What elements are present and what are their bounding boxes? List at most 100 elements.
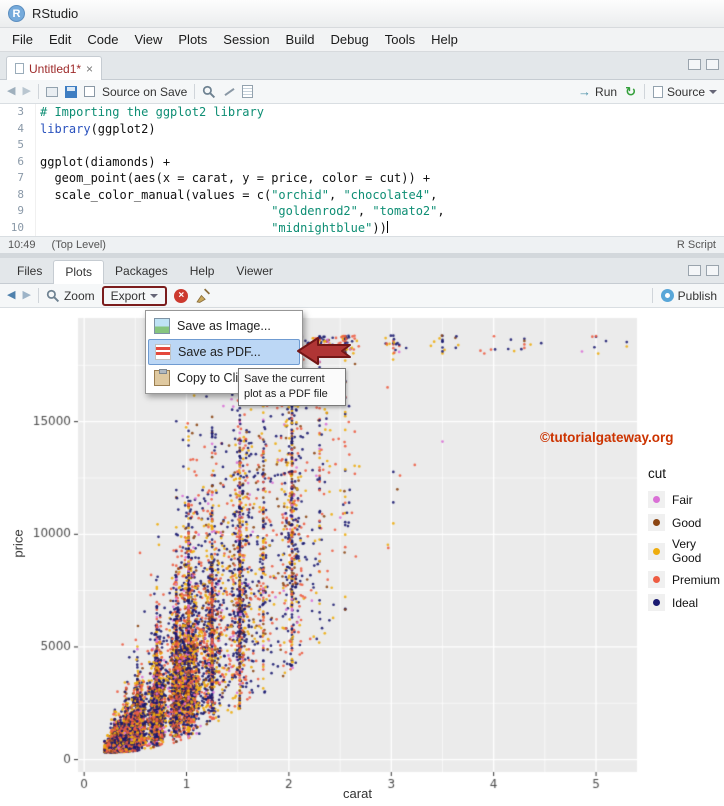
code-text: library(ggplot2) <box>40 121 156 136</box>
source-on-save-checkbox[interactable] <box>83 86 95 97</box>
open-in-window-icon[interactable] <box>45 86 58 97</box>
zoom-label: Zoom <box>63 288 95 303</box>
file-type-label[interactable]: R Script <box>677 239 716 251</box>
code-line[interactable]: 9 "goldenrod2", "tomato2", <box>0 203 724 220</box>
compile-report-icon[interactable] <box>242 85 254 98</box>
back-icon[interactable] <box>7 86 15 97</box>
source-label: Source <box>666 84 705 99</box>
document-icon <box>15 63 24 74</box>
line-number: 4 <box>0 120 36 137</box>
chevron-down-icon <box>709 89 717 94</box>
minimize-pane-icon[interactable] <box>688 265 701 276</box>
line-number: 3 <box>0 104 36 121</box>
menu-file[interactable]: File <box>4 29 41 50</box>
legend-label: Premium <box>672 572 721 587</box>
code-tools-wand-icon[interactable] <box>223 86 235 98</box>
rstudio-logo-icon: R <box>8 5 25 22</box>
source-on-save-label: Source on Save <box>101 84 188 99</box>
menu-tools[interactable]: Tools <box>377 29 423 50</box>
run-icon <box>578 85 591 98</box>
find-replace-icon[interactable] <box>202 85 216 99</box>
source-button[interactable]: Source <box>652 84 717 99</box>
clipboard-icon <box>154 369 170 386</box>
chevron-down-icon <box>150 293 159 298</box>
tab-packages[interactable]: Packages <box>104 260 179 283</box>
legend-key <box>648 514 665 531</box>
previous-plot-icon[interactable] <box>7 290 15 301</box>
menu-edit[interactable]: Edit <box>41 29 79 50</box>
legend-label: Ideal <box>672 595 699 610</box>
code-line[interactable]: 6 ggplot(diamonds) + <box>0 153 724 170</box>
editor-toolbar-right: Run Source <box>578 84 717 99</box>
tab-files[interactable]: Files <box>6 260 53 283</box>
save-icon[interactable] <box>64 85 77 98</box>
remove-plot-icon[interactable] <box>174 288 189 303</box>
code-lines: 3 # Importing the ggplot2 library 4 library… <box>0 104 724 236</box>
line-number: 9 <box>0 203 36 220</box>
maximize-pane-icon[interactable] <box>706 265 719 276</box>
window-title: RStudio <box>32 6 79 21</box>
forward-icon[interactable] <box>22 86 30 97</box>
cursor-position[interactable]: 10:49 <box>8 239 36 251</box>
export-menu-item[interactable]: Save as PDF... <box>148 339 300 365</box>
menu-debug[interactable]: Debug <box>322 29 376 50</box>
publish-icon <box>660 289 674 302</box>
legend-swatch-good <box>653 519 660 526</box>
clear-plots-broom-icon[interactable] <box>195 288 211 303</box>
legend-swatch-very-good <box>653 547 660 555</box>
legend-entry: Very Good <box>648 537 724 565</box>
zoom-button[interactable]: Zoom <box>46 289 95 303</box>
plots-pane: FilesPlotsPackagesHelpViewer Zoom Export <box>0 258 724 806</box>
code-line[interactable]: 10 "midnightblue")) <box>0 219 724 236</box>
code-line[interactable]: 5 <box>0 137 724 154</box>
editor-status-bar: 10:49 (Top Level) R Script <box>0 236 724 253</box>
tab-plots[interactable]: Plots <box>53 260 105 284</box>
legend-entry: Fair <box>648 491 724 508</box>
menu-code[interactable]: Code <box>79 29 126 50</box>
legend-key <box>648 542 665 560</box>
separator <box>643 84 645 99</box>
line-number: 5 <box>0 137 36 154</box>
line-number: 8 <box>0 186 36 203</box>
next-plot-icon[interactable] <box>22 290 30 301</box>
code-editor[interactable]: 3 # Importing the ggplot2 library 4 library… <box>0 104 724 236</box>
legend-key <box>648 491 665 508</box>
code-text: # Importing the ggplot2 library <box>40 105 264 119</box>
legend-swatch-premium <box>653 576 660 583</box>
rerun-icon[interactable] <box>625 85 636 98</box>
tab-viewer[interactable]: Viewer <box>225 260 283 283</box>
code-line[interactable]: 3 # Importing the ggplot2 library <box>0 104 724 121</box>
menu-session[interactable]: Session <box>215 29 277 50</box>
code-text: "midnightblue")) <box>271 220 388 235</box>
minimize-pane-icon[interactable] <box>688 59 701 70</box>
menu-help[interactable]: Help <box>423 29 466 50</box>
tab-label: Untitled1* <box>29 61 82 76</box>
legend-label: Very Good <box>672 537 702 565</box>
menu-view[interactable]: View <box>126 29 170 50</box>
separator <box>651 288 653 303</box>
menu-build[interactable]: Build <box>278 29 323 50</box>
pdf-icon <box>155 344 171 360</box>
menu-plots[interactable]: Plots <box>170 29 215 50</box>
editor-pane: Untitled1* Source on Save Ru <box>0 52 724 253</box>
code-line[interactable]: 7 geom_point(aes(x = carat, y = price, c… <box>0 170 724 187</box>
scope-selector[interactable]: (Top Level) <box>52 239 106 251</box>
menu-bar: File Edit Code View Plots Session Build Debug To… <box>0 28 724 52</box>
legend-swatch-ideal <box>653 599 660 606</box>
run-button[interactable]: Run <box>578 85 617 99</box>
legend-key <box>648 594 665 611</box>
export-menu-item[interactable]: Save as Image... <box>148 313 300 339</box>
tab-untitled1[interactable]: Untitled1* <box>6 56 103 80</box>
code-line[interactable]: 4 library(ggplot2) <box>0 120 724 137</box>
annotation-arrow-icon <box>297 337 351 365</box>
publish-button[interactable]: Publish <box>660 289 717 303</box>
maximize-pane-icon[interactable] <box>706 59 719 70</box>
code-text: scale_color_manual(values = c("orchid", … <box>40 187 438 202</box>
menu-item-label: Save as Image... <box>177 319 271 333</box>
line-number: 6 <box>0 153 36 170</box>
close-tab-icon[interactable] <box>86 63 93 75</box>
tab-help[interactable]: Help <box>179 260 226 283</box>
code-line[interactable]: 8 scale_color_manual(values = c("orchid"… <box>0 186 724 203</box>
export-button[interactable]: Export <box>101 285 168 306</box>
